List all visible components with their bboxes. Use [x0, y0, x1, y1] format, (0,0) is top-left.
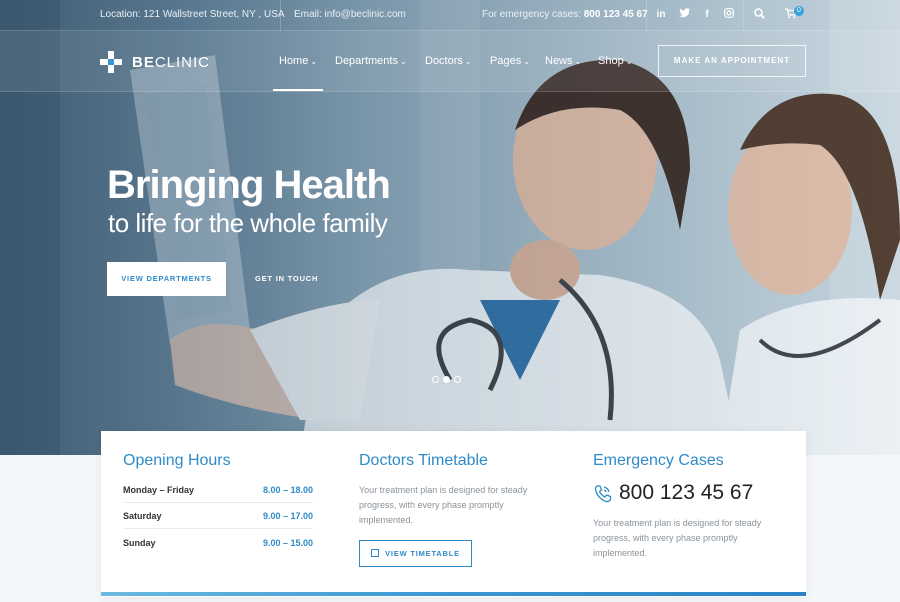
search-icon[interactable] [752, 8, 766, 22]
hours-time: 8.00 – 18.00 [262, 485, 313, 495]
main-navbar: BECLINIC Home ⌄ Departments ⌄ Doctors ⌄ Pag… [0, 31, 900, 92]
view-timetable-label: VIEW TIMETABLE [385, 549, 460, 558]
chevron-down-icon: ⌄ [523, 57, 530, 66]
calendar-icon [371, 549, 380, 557]
nav-doctors[interactable]: Doctors ⌄ [425, 55, 472, 67]
nav-home[interactable]: Home ⌄ [279, 55, 317, 67]
emergency-text: Your treatment plan is designed for stea… [593, 518, 762, 558]
timetable-text: Your treatment plan is designed for stea… [359, 485, 528, 525]
chevron-down-icon: ⌄ [625, 57, 633, 66]
nav-departments[interactable]: Departments ⌄ [335, 55, 407, 67]
hours-time: 9.00 – 17.00 [262, 511, 313, 521]
linkedin-icon[interactable]: in [654, 8, 668, 22]
emergency-number[interactable]: 800 123 45 67 [584, 9, 648, 20]
twitter-icon[interactable] [677, 8, 691, 22]
hours-row: Saturday 9.00 – 17.00 [123, 503, 313, 529]
hours-day: Saturday [123, 511, 162, 521]
hours-day: Sunday [123, 538, 156, 548]
slider-dot-3[interactable] [454, 376, 461, 383]
hours-time: 9.00 – 15.00 [262, 538, 313, 548]
nav-home-label: Home [279, 55, 309, 67]
chevron-down-icon: ⌄ [399, 57, 407, 66]
chevron-down-icon: ⌄ [574, 57, 582, 66]
nav-pages[interactable]: Pages ⌄ [490, 55, 530, 67]
logo-text: CLINIC [154, 54, 211, 71]
emergency-title: Emergency Cases [593, 452, 724, 469]
instagram-icon[interactable] [722, 8, 736, 22]
view-departments-button[interactable]: VIEW DEPARTMENTS [107, 262, 226, 296]
cart-badge: 0 [794, 6, 804, 16]
slider-dot-2[interactable] [443, 376, 450, 383]
hero-title: Bringing Health [107, 163, 391, 207]
info-panel: Opening Hours Monday – Friday 8.00 – 18.… [101, 431, 806, 597]
nav-shop[interactable]: Shop ⌄ [598, 55, 632, 67]
get-in-touch-button[interactable]: GET IN TOUCH [255, 274, 318, 283]
logo-text-bold: BE [132, 54, 155, 71]
email-text[interactable]: Email: info@beclinic.com [294, 9, 406, 20]
nav-doctors-label: Doctors [425, 55, 463, 67]
divider [280, 0, 281, 31]
nav-departments-label: Departments [335, 55, 398, 67]
panel-accent-bar [101, 592, 806, 596]
timetable-title: Doctors Timetable [359, 452, 488, 469]
view-timetable-button[interactable]: VIEW TIMETABLE [359, 540, 472, 567]
facebook-icon[interactable]: f [700, 8, 714, 22]
location-text: Location: 121 Wallstreet Street, NY , US… [100, 9, 285, 20]
nav-pages-label: Pages [490, 55, 522, 67]
hours-row: Monday – Friday 8.00 – 18.00 [123, 477, 313, 503]
nav-news[interactable]: News ⌄ [545, 55, 581, 67]
divider [743, 0, 744, 31]
nav-news-label: News [545, 55, 573, 67]
phone-icon [594, 485, 612, 503]
top-bar: Location: 121 Wallstreet Street, NY , US… [0, 0, 900, 31]
make-appointment-button[interactable]: MAKE AN APPOINTMENT [658, 45, 806, 77]
opening-hours-title: Opening Hours [123, 452, 231, 469]
hours-day: Monday – Friday [123, 485, 195, 495]
chevron-down-icon: ⌄ [310, 57, 318, 66]
emergency-phone-number[interactable]: 800 123 45 67 [619, 481, 753, 505]
logo-cross-icon [100, 51, 122, 73]
chevron-down-icon: ⌄ [464, 57, 472, 66]
nav-shop-label: Shop [598, 55, 624, 67]
hours-row: Sunday 9.00 – 15.00 [123, 530, 313, 556]
nav-active-indicator [273, 89, 323, 91]
emergency-phone: For emergency cases: 800 123 45 67 [482, 9, 648, 20]
divider [646, 0, 647, 31]
slider-dot-1[interactable] [432, 376, 439, 383]
emergency-label: For emergency cases: [482, 9, 581, 20]
hero-subtitle: to life for the whole family [108, 208, 388, 238]
